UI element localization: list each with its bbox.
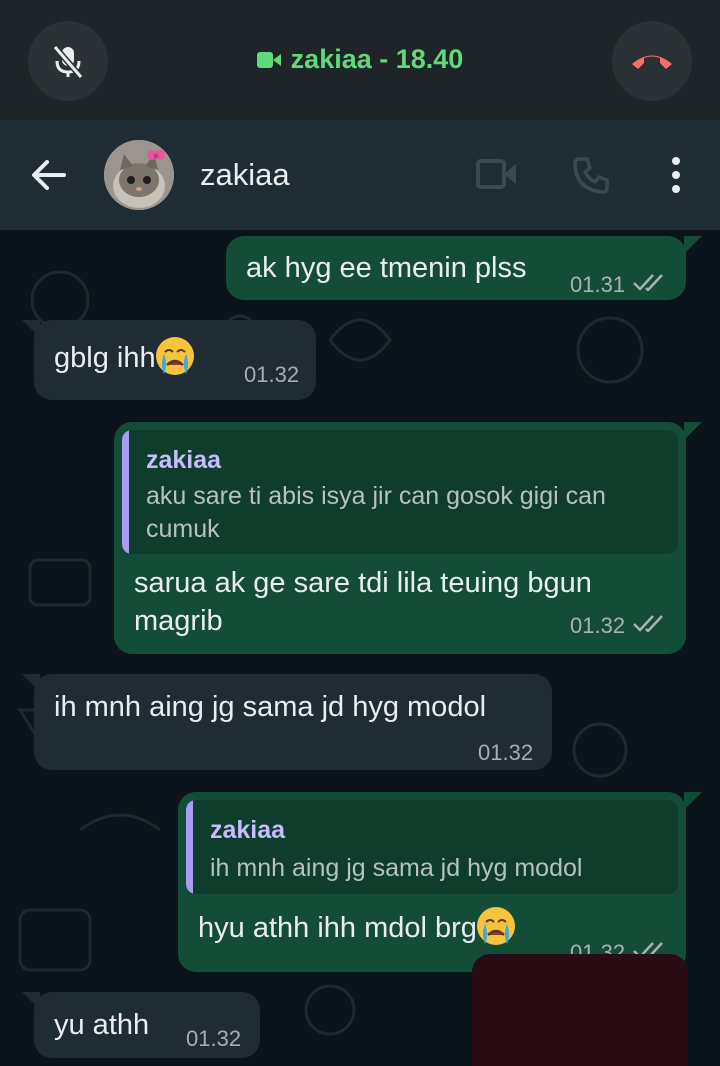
end-call-icon <box>632 55 672 69</box>
contact-avatar[interactable] <box>104 140 174 210</box>
message-text: ak hyg ee tmenin plss <box>246 252 527 284</box>
read-receipt-icon <box>633 615 663 632</box>
quote-text: ih mnh aing jg sama jd hyg modol <box>210 854 583 882</box>
message-bubble-incoming[interactable]: gblg ihh 01.32 <box>34 320 316 400</box>
call-title: zakiaa - 18.40 <box>290 44 464 74</box>
message-time: 01.31 <box>570 272 626 297</box>
self-video-preview[interactable] <box>472 954 688 1066</box>
message-time: 01.32 <box>186 1026 242 1051</box>
chat-header: zakiaa <box>0 120 720 230</box>
contact-name[interactable]: zakiaa <box>200 157 290 193</box>
quote-accent-bar <box>122 430 129 554</box>
bubble-tail <box>684 792 702 810</box>
crying-emoji-icon <box>155 337 194 375</box>
message-text: gblg ihh <box>54 337 194 377</box>
video-icon <box>256 51 281 68</box>
message-bubble-outgoing[interactable]: zakiaa aku sare ti abis isya jir can gos… <box>114 422 686 654</box>
read-receipt-icon <box>633 274 663 291</box>
message-text: hyu athh ihh mdol brg <box>198 907 515 947</box>
bubble-tail <box>684 236 702 254</box>
voice-call-icon[interactable] <box>572 156 610 194</box>
crying-emoji-icon <box>476 907 515 945</box>
message-time: 01.32 <box>244 362 300 387</box>
quote-author: zakiaa <box>146 446 222 474</box>
quote-author: zakiaa <box>210 816 286 844</box>
ongoing-call-bar[interactable]: zakiaa - 18.40 <box>0 0 720 120</box>
quoted-message[interactable]: zakiaa ih mnh aing jg sama jd hyg modol <box>186 800 678 894</box>
message-bubble-incoming[interactable]: yu athh 01.32 <box>34 992 260 1058</box>
message-text-line-1: sarua ak ge sare tdi lila teuing bgun <box>134 567 592 599</box>
quoted-message[interactable]: zakiaa aku sare ti abis isya jir can gos… <box>122 430 678 554</box>
more-options-icon[interactable] <box>668 156 684 194</box>
message-bubble-outgoing[interactable]: zakiaa ih mnh aing jg sama jd hyg modol … <box>178 792 686 972</box>
message-time: 01.32 <box>478 740 534 765</box>
quote-text: aku sare ti abis isya jir can gosok gigi… <box>146 482 606 543</box>
quote-accent-bar <box>186 800 193 894</box>
end-call-button[interactable] <box>612 21 692 101</box>
kitten-avatar-image <box>104 140 174 210</box>
message-time: 01.32 <box>570 613 626 638</box>
back-arrow-icon[interactable] <box>30 159 66 191</box>
message-text: ih mnh aing jg sama jd hyg modol <box>54 691 487 723</box>
message-text: yu athh <box>54 1009 150 1041</box>
message-text-line-2: magrib <box>134 605 223 637</box>
message-bubble-outgoing[interactable]: ak hyg ee tmenin plss 01.31 <box>226 236 686 300</box>
video-call-icon[interactable] <box>476 158 518 190</box>
message-bubble-incoming[interactable]: ih mnh aing jg sama jd hyg modol 01.32 <box>34 674 552 770</box>
message-list[interactable]: ak hyg ee tmenin plss 01.31 gblg ihh 01.… <box>0 230 720 1066</box>
bubble-tail <box>684 422 702 440</box>
